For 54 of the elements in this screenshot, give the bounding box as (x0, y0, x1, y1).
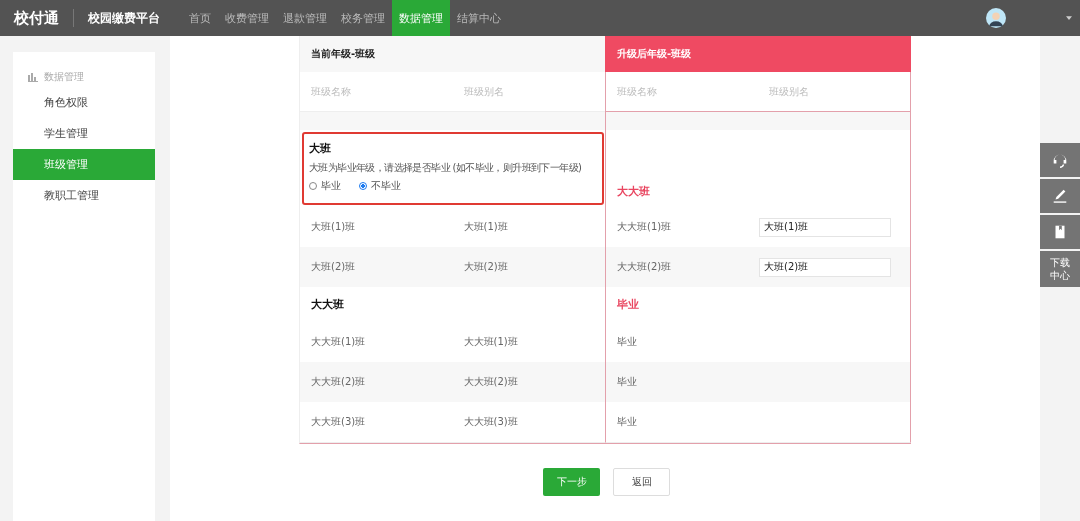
table-cell-text: 大大班(1)班 (616, 220, 673, 234)
bar-chart-icon (28, 72, 38, 82)
target-group-name: 大大班 (616, 184, 650, 199)
table-cell-text: 大大班(1)班 (310, 335, 367, 349)
target-group-name: 毕业 (616, 297, 639, 312)
radio-icon[interactable] (359, 182, 367, 190)
group-name: 大班 (309, 141, 332, 156)
sidebar-item[interactable]: 班级管理 (13, 149, 155, 180)
sidebar-heading: 数据管理 (44, 70, 84, 84)
table-cell-text: 大班(1)班 (310, 220, 357, 234)
book-tool[interactable] (1040, 215, 1080, 249)
table-cell-text: 大大班(2)班 (310, 375, 367, 389)
support-tool[interactable] (1040, 143, 1080, 177)
nav-tab[interactable]: 结算中心 (450, 0, 508, 36)
sidebar-item[interactable]: 学生管理 (13, 118, 155, 149)
nav-tab[interactable]: 退款管理 (276, 0, 334, 36)
radio-label: 不毕业 (371, 179, 401, 193)
avatar-icon[interactable] (986, 8, 1006, 28)
nav-tab[interactable]: 校务管理 (334, 0, 392, 36)
next-step-button[interactable]: 下一步 (543, 468, 600, 496)
column-group-header: 当前年级-班级 (311, 47, 376, 61)
table-cell-text: 大大班(2)班 (462, 375, 519, 389)
alias-input[interactable]: 大班(2)班 (759, 257, 891, 277)
nav-tab[interactable]: 收费管理 (218, 0, 276, 36)
logo: 校付通 (14, 8, 59, 28)
nav-tab[interactable]: 首页 (182, 0, 218, 36)
table-cell-text: 大大班(1)班 (462, 335, 519, 349)
table-cell-text: 大大班(3)班 (310, 415, 367, 429)
graduation-note: 大班为毕业年级，请选择是否毕业 (如不毕业，则升班到下一年级) (309, 161, 583, 175)
sidebar-item[interactable]: 教职工管理 (13, 180, 155, 211)
platform-title: 校园缴费平台 (88, 9, 160, 27)
caret-icon[interactable] (1066, 16, 1072, 20)
table-cell-text: 大大班(2)班 (616, 260, 673, 274)
table-cell-text: 大班(1)班 (462, 220, 509, 234)
radio-option[interactable]: 毕业 (309, 179, 341, 193)
column-header: 班级名称 (616, 84, 658, 99)
sidebar-item[interactable]: 角色权限 (13, 87, 155, 118)
radio-option[interactable]: 不毕业 (359, 179, 401, 193)
radio-label: 毕业 (321, 179, 341, 193)
nav-tab[interactable]: 数据管理 (392, 0, 450, 36)
table-cell-text: 毕业 (616, 415, 638, 429)
table-cell-text: 毕业 (616, 375, 638, 389)
pencil-icon (1051, 187, 1069, 205)
group-name: 大大班 (310, 297, 344, 312)
column-header: 班级名称 (310, 84, 352, 99)
alias-input[interactable]: 大班(1)班 (759, 217, 891, 237)
table-cell-text: 大大班(3)班 (462, 415, 519, 429)
table-cell-text: 毕业 (616, 335, 638, 349)
edit-tool[interactable] (1040, 179, 1080, 213)
table-cell-text: 大班(2)班 (462, 260, 509, 274)
back-button[interactable]: 返回 (613, 468, 670, 496)
table-cell-text: 大班(2)班 (310, 260, 357, 274)
download-center-button[interactable]: 下载中心 (1040, 251, 1080, 287)
target-header: 升级后年级-班级 (605, 36, 911, 72)
